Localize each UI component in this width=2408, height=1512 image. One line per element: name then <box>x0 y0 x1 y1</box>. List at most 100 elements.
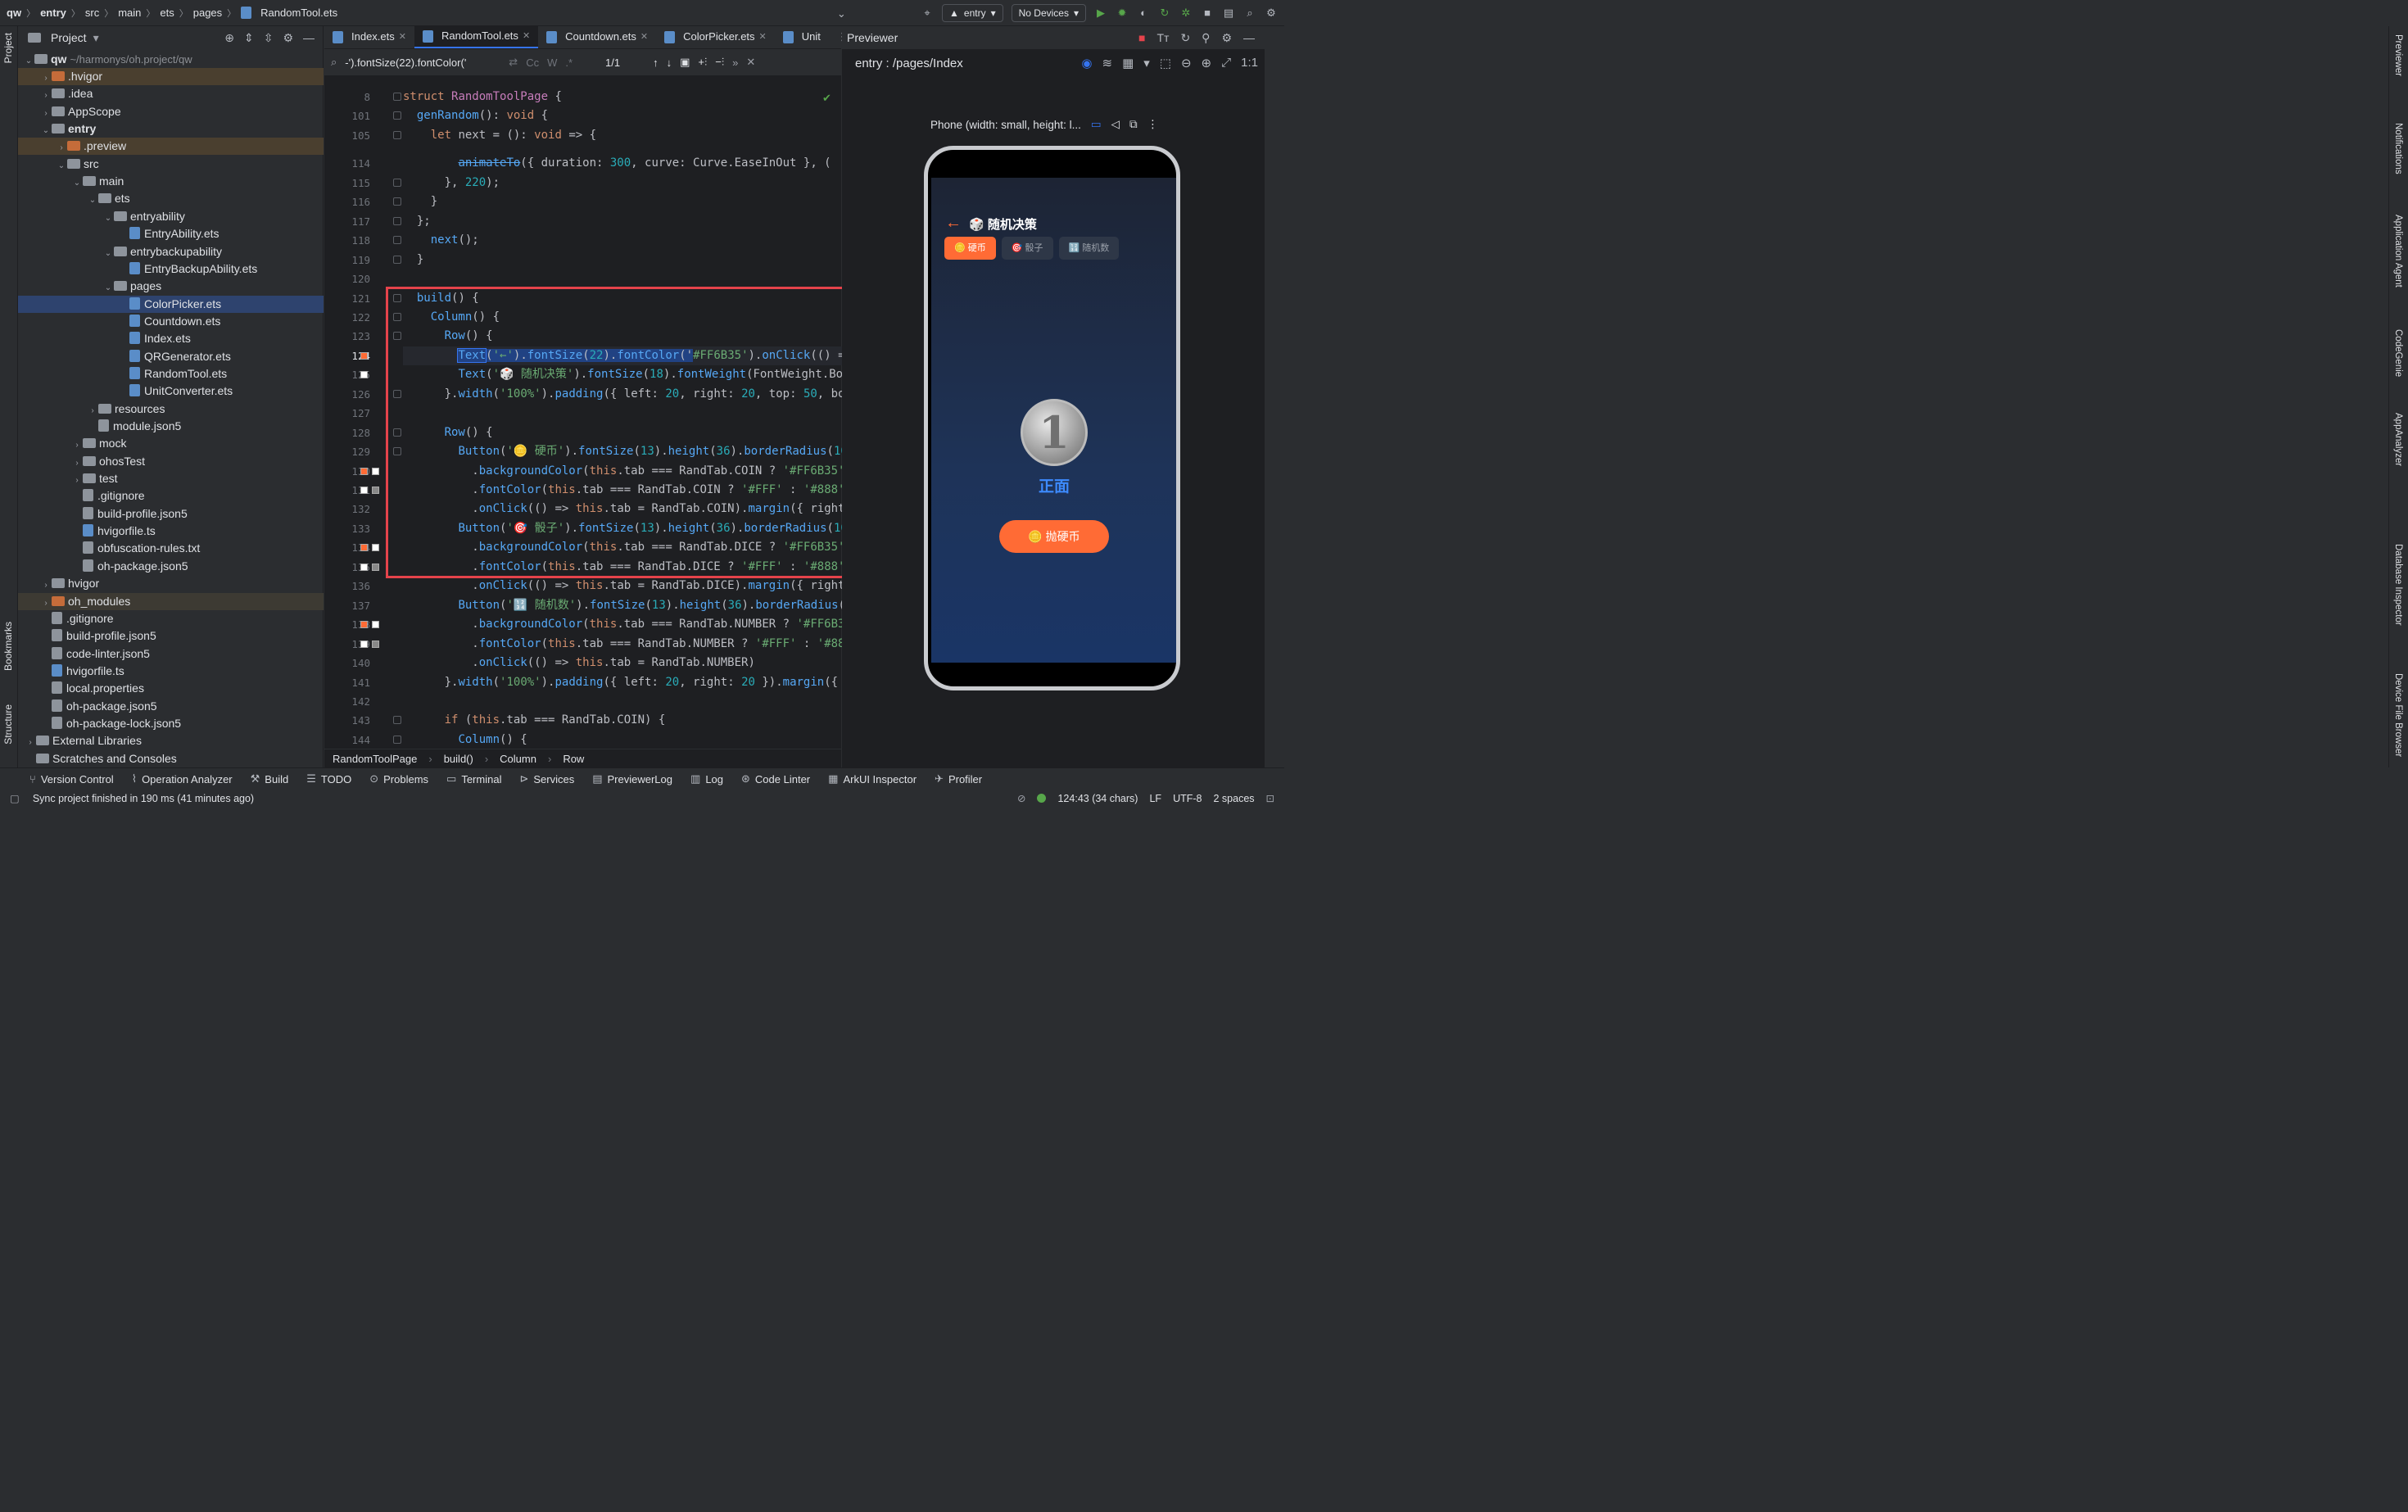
color-swatch-icon[interactable] <box>360 487 368 494</box>
attach-debugger-icon[interactable]: ✲ <box>1179 7 1193 20</box>
status-message[interactable]: Sync project finished in 190 ms (41 minu… <box>33 793 254 804</box>
chevron-down-icon[interactable]: ▾ <box>1143 56 1150 70</box>
code-line[interactable]: Row() { <box>403 327 493 346</box>
chevron-right-icon[interactable]: › <box>40 105 52 122</box>
panel-toggle-icon[interactable]: ▢ <box>10 792 20 804</box>
tool-window-button[interactable]: ⊛ Code Linter <box>741 772 810 785</box>
tree-item[interactable]: ColorPicker.ets <box>18 295 324 313</box>
tree-item[interactable]: › oh_modules <box>18 592 324 612</box>
tree-item[interactable]: › test <box>18 470 324 487</box>
device-manager-icon[interactable]: ▤ <box>1222 7 1235 20</box>
tree-item[interactable]: ⌄ main <box>18 173 324 190</box>
project-tool-tab[interactable]: Project <box>2 33 14 63</box>
indent-setting[interactable]: 2 spaces <box>1213 793 1254 804</box>
tree-item[interactable]: › ohosTest <box>18 453 324 470</box>
code-line[interactable]: Button('🎯 骰子').fontSize(13).height(36).b… <box>403 519 847 538</box>
device-file-browser-tool-tab[interactable]: Device File Browser <box>2393 673 2403 757</box>
breadcrumb-item[interactable]: qw <box>7 7 21 19</box>
code-line[interactable]: let next = (): void => { <box>403 126 596 145</box>
zoom-out-icon[interactable]: ⊖ <box>1181 56 1192 70</box>
crumb-item[interactable]: RandomToolPage <box>333 753 417 765</box>
codegenie-tool-tab[interactable]: CodeGenie <box>2393 329 2403 377</box>
color-swatch-icon[interactable] <box>372 544 379 552</box>
minimize-icon[interactable]: — <box>303 31 315 45</box>
debug-icon[interactable]: ✹ <box>1116 7 1129 20</box>
fold-marker-icon[interactable] <box>393 111 401 120</box>
tree-item[interactable]: UnitConverter.ets <box>18 383 324 400</box>
tree-item[interactable]: › mock <box>18 435 324 452</box>
color-swatch-icon[interactable] <box>372 487 379 494</box>
code-line[interactable]: .onClick(() => this.tab = RandTab.DICE).… <box>403 577 844 595</box>
inspector-icon[interactable]: ◉ <box>1081 56 1092 70</box>
tree-item[interactable]: › AppScope <box>18 103 324 120</box>
remove-selection-icon[interactable]: −⫶ <box>715 56 724 69</box>
chevron-right-icon[interactable]: › <box>25 734 36 751</box>
code-line[interactable]: next(); <box>403 231 479 250</box>
tree-item[interactable]: Index.ets <box>18 330 324 347</box>
tree-item[interactable]: › External Libraries <box>18 732 324 749</box>
app-tab-button[interactable]: 🔢 随机数 <box>1058 237 1120 260</box>
arrow-up-icon[interactable]: ↑ <box>653 57 659 69</box>
grid-icon[interactable]: ▦ <box>1122 56 1134 70</box>
search-icon[interactable]: ⌕ <box>1243 7 1256 20</box>
code-line[interactable]: genRandom(): void { <box>403 106 548 125</box>
collapse-all-icon[interactable]: ⇳ <box>264 31 274 45</box>
crumb-item[interactable]: Row <box>563 753 584 765</box>
settings-icon[interactable]: ⚙ <box>1265 7 1278 20</box>
previewer-tool-tab[interactable]: Previewer <box>2393 34 2403 76</box>
code-line[interactable]: if (this.tab === RandTab.COIN) { <box>403 711 666 730</box>
code-line[interactable]: } <box>403 192 437 211</box>
appanalyzer-tool-tab[interactable]: AppAnalyzer <box>2393 413 2403 466</box>
tree-item[interactable]: obfuscation-rules.txt <box>18 540 324 557</box>
tree-item[interactable]: ⌄ entry <box>18 120 324 138</box>
breadcrumb-item[interactable]: entry <box>40 7 66 19</box>
tree-item[interactable]: build-profile.json5 <box>18 627 324 645</box>
project-panel-title[interactable]: Project <box>51 31 87 44</box>
tree-item[interactable]: build-profile.json5 <box>18 505 324 523</box>
chevron-down-icon[interactable]: ⌄ <box>40 122 52 139</box>
tree-item[interactable]: ⌄ entrybackupability <box>18 243 324 260</box>
select-all-icon[interactable]: ▣ <box>680 56 690 69</box>
color-swatch-icon[interactable] <box>372 563 379 571</box>
tree-item[interactable]: EntryBackupAbility.ets <box>18 260 324 278</box>
code-line[interactable]: .backgroundColor(this.tab === RandTab.NU… <box>403 615 844 634</box>
tool-window-button[interactable]: ▦ ArkUI Inspector <box>828 772 917 785</box>
code-line[interactable]: }.width('100%').padding({ left: 20, righ… <box>403 385 845 404</box>
chevron-down-icon[interactable]: ⌄ <box>102 279 114 297</box>
fold-marker-icon[interactable] <box>393 216 401 225</box>
no-sync-icon[interactable]: ⊘ <box>1017 792 1025 804</box>
whole-word-icon[interactable]: W <box>547 57 557 69</box>
code-line[interactable]: Text('←').fontSize(22).fontColor('#FF6B3… <box>403 346 845 366</box>
profile-icon[interactable]: ◐ <box>1137 7 1150 20</box>
code-line[interactable]: Column() { <box>403 308 500 327</box>
bookmarks-tool-tab[interactable]: Bookmarks <box>2 622 14 671</box>
color-swatch-icon[interactable] <box>372 640 379 648</box>
tree-root[interactable]: ⌄ qw ~/harmonys/oh.project/qw <box>18 51 324 68</box>
locate-icon[interactable]: ⊕ <box>224 31 234 45</box>
chevron-right-icon[interactable]: › <box>87 402 98 419</box>
tree-item[interactable]: module.json5 <box>18 418 324 435</box>
chevron-down-icon[interactable]: ⌄ <box>102 210 114 227</box>
tree-item[interactable]: › .idea <box>18 85 324 102</box>
target-icon[interactable]: ⌖ <box>921 7 934 20</box>
code-line[interactable]: .onClick(() => this.tab = RandTab.NUMBER… <box>403 654 755 672</box>
close-icon[interactable]: ✕ <box>523 25 530 48</box>
tool-window-button[interactable]: ⊙ Problems <box>369 772 428 785</box>
tree-item[interactable]: QRGenerator.ets <box>18 348 324 365</box>
refresh-icon[interactable]: ↻ <box>1180 31 1190 45</box>
breadcrumb-item[interactable]: ets <box>160 7 174 19</box>
tree-item[interactable]: .gitignore <box>18 487 324 505</box>
fold-marker-icon[interactable] <box>393 716 401 725</box>
color-swatch-icon[interactable] <box>360 371 368 379</box>
tree-item[interactable]: RandomTool.ets <box>18 365 324 383</box>
gear-icon[interactable]: ⚙ <box>1221 31 1232 45</box>
fold-marker-icon[interactable] <box>393 236 401 245</box>
more-icon[interactable]: ⋮ <box>1147 118 1159 131</box>
notifications-tool-tab[interactable]: Notifications <box>2393 123 2403 174</box>
tree-item[interactable]: ⌄ pages <box>18 278 324 295</box>
chevron-right-icon[interactable]: › <box>40 595 52 612</box>
fold-marker-icon[interactable] <box>393 312 401 321</box>
fold-marker-icon[interactable] <box>393 735 401 744</box>
tree-item[interactable]: Scratches and Consoles <box>18 750 324 767</box>
tool-window-button[interactable]: ▭ Terminal <box>446 772 501 785</box>
